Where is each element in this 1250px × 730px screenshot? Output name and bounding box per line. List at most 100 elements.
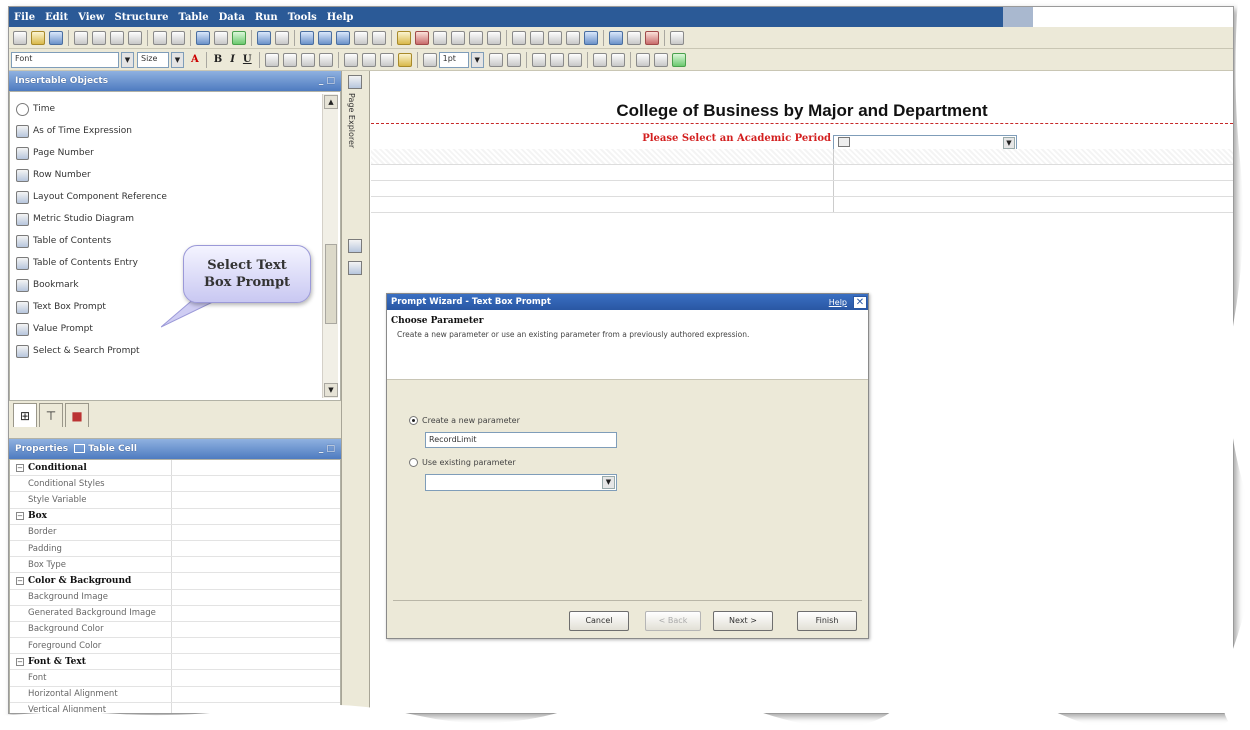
justify-icon[interactable] — [318, 52, 333, 67]
property-row[interactable]: Background Image — [10, 589, 340, 606]
new-parameter-input[interactable]: RecordLimit — [425, 432, 617, 448]
back-button[interactable]: < Back — [645, 611, 701, 631]
existing-parameter-select[interactable]: ▼ — [425, 474, 617, 491]
align-center-icon[interactable] — [282, 52, 297, 67]
font-family-select[interactable]: Font — [11, 51, 119, 68]
lock-icon[interactable] — [257, 30, 271, 45]
borders-icon[interactable] — [506, 52, 521, 67]
font-color-icon[interactable]: A — [191, 54, 199, 65]
list-item[interactable]: Time — [10, 98, 320, 120]
table-row[interactable] — [371, 165, 1233, 181]
filter-icon[interactable] — [397, 30, 411, 45]
properties-icon[interactable] — [275, 30, 289, 45]
chevron-down-icon[interactable]: ▼ — [470, 51, 484, 68]
scroll-down-icon[interactable]: ▼ — [324, 383, 338, 397]
collapse-icon[interactable]: − — [16, 463, 24, 472]
menu-data[interactable]: Data — [214, 12, 250, 23]
property-row[interactable]: Vertical Alignment — [10, 702, 340, 713]
collapse-icon[interactable]: − — [16, 576, 24, 585]
toolbox-tab-icon[interactable]: ■ — [65, 403, 89, 427]
collapse-icon[interactable]: − — [16, 512, 24, 521]
property-row[interactable]: Style Variable — [10, 492, 340, 509]
pick-up-style-icon[interactable] — [671, 52, 686, 67]
property-row[interactable]: Generated Background Image — [10, 605, 340, 622]
swap-icon[interactable] — [548, 30, 562, 45]
insert-chart-icon[interactable] — [584, 30, 598, 45]
insertable-objects-scrollbar[interactable]: ▲ ▼ — [322, 94, 338, 398]
bold-icon[interactable]: B — [214, 54, 222, 65]
chevron-down-icon[interactable]: ▼ — [1003, 137, 1015, 149]
table-row[interactable] — [371, 197, 1233, 213]
run-report-icon[interactable] — [232, 30, 246, 45]
use-existing-parameter-radio[interactable]: Use existing parameter — [409, 458, 516, 467]
valign-top-icon[interactable] — [343, 52, 358, 67]
scroll-thumb[interactable] — [325, 244, 337, 324]
page-explorer-tab[interactable]: Page Explorer — [347, 93, 356, 148]
menu-help[interactable]: Help — [322, 12, 359, 23]
select-ancestor-icon[interactable] — [74, 444, 86, 453]
table-row[interactable] — [371, 181, 1233, 197]
style-icon[interactable] — [635, 52, 650, 67]
chart-options-icon[interactable] — [566, 30, 580, 45]
next-button[interactable]: Next > — [713, 611, 773, 631]
list-item[interactable]: As of Time Expression — [10, 120, 320, 142]
list-icon[interactable] — [354, 30, 368, 45]
panel-controls-icon[interactable]: _ □ — [319, 76, 335, 86]
cut-icon[interactable] — [74, 30, 88, 45]
report-title[interactable]: College of Business by Major and Departm… — [371, 101, 1233, 121]
finish-button[interactable]: Finish — [797, 611, 857, 631]
copy-icon[interactable] — [92, 30, 106, 45]
save-icon[interactable] — [49, 30, 63, 45]
create-new-parameter-radio[interactable]: Create a new parameter — [409, 416, 520, 425]
property-group[interactable]: − Box — [10, 508, 340, 525]
undo-icon[interactable] — [153, 30, 167, 45]
list-item[interactable]: Select & Search Prompt — [10, 340, 320, 362]
border-style-icon[interactable] — [422, 52, 437, 67]
condition-explorer-icon[interactable] — [348, 261, 362, 275]
source-tab-icon[interactable]: ⊞ — [13, 403, 37, 427]
up-icon[interactable] — [336, 30, 350, 45]
chevron-down-icon[interactable]: ▼ — [171, 51, 184, 68]
cancel-button[interactable]: Cancel — [569, 611, 629, 631]
radio-unselected-icon[interactable] — [409, 458, 418, 467]
menu-table[interactable]: Table — [173, 12, 213, 23]
radio-selected-icon[interactable] — [409, 416, 418, 425]
data-items-tab-icon[interactable]: ⊤ — [39, 403, 63, 427]
menu-view[interactable]: View — [73, 12, 109, 23]
prompt-label[interactable]: Please Select an Academic Period — [611, 133, 831, 144]
delete-icon[interactable] — [128, 30, 142, 45]
help-link[interactable]: Help — [829, 298, 847, 307]
property-row[interactable]: Padding — [10, 540, 340, 558]
property-row[interactable]: Horizontal Alignment — [10, 686, 340, 703]
italic-icon[interactable]: I — [230, 54, 235, 65]
paste-icon[interactable] — [110, 30, 124, 45]
redo-icon[interactable] — [171, 30, 185, 45]
font-size-select[interactable]: Size — [137, 51, 169, 68]
menu-structure[interactable]: Structure — [109, 12, 173, 23]
query-explorer-icon[interactable] — [348, 239, 362, 253]
list-item[interactable]: Layout Component Reference — [10, 186, 320, 208]
property-group[interactable]: − Font & Text — [10, 654, 340, 671]
menu-file[interactable]: File — [9, 12, 40, 23]
list-item[interactable]: Page Number — [10, 142, 320, 164]
section-icon[interactable] — [512, 30, 526, 45]
open-icon[interactable] — [31, 30, 45, 45]
report-tools-icon[interactable] — [645, 30, 659, 45]
align-left-icon[interactable] — [264, 52, 279, 67]
property-row[interactable]: Conditional Styles — [10, 476, 340, 493]
property-group[interactable]: − Color & Background — [10, 573, 340, 590]
property-group[interactable]: − Conditional — [10, 460, 340, 477]
valign-middle-icon[interactable] — [361, 52, 376, 67]
view-data-icon[interactable] — [196, 30, 210, 45]
chevron-down-icon[interactable]: ▼ — [602, 476, 615, 489]
property-row[interactable]: Border — [10, 524, 340, 541]
query-icon[interactable] — [372, 30, 386, 45]
panel-controls-icon[interactable]: _ □ — [319, 444, 335, 454]
page-explorer-icon[interactable] — [348, 75, 362, 89]
menu-run[interactable]: Run — [250, 12, 283, 23]
layout-icon[interactable] — [214, 30, 228, 45]
insert-column-icon[interactable] — [610, 52, 625, 67]
menu-edit[interactable]: Edit — [40, 12, 73, 23]
group-icon[interactable] — [487, 30, 501, 45]
split-cells-icon[interactable] — [567, 52, 582, 67]
